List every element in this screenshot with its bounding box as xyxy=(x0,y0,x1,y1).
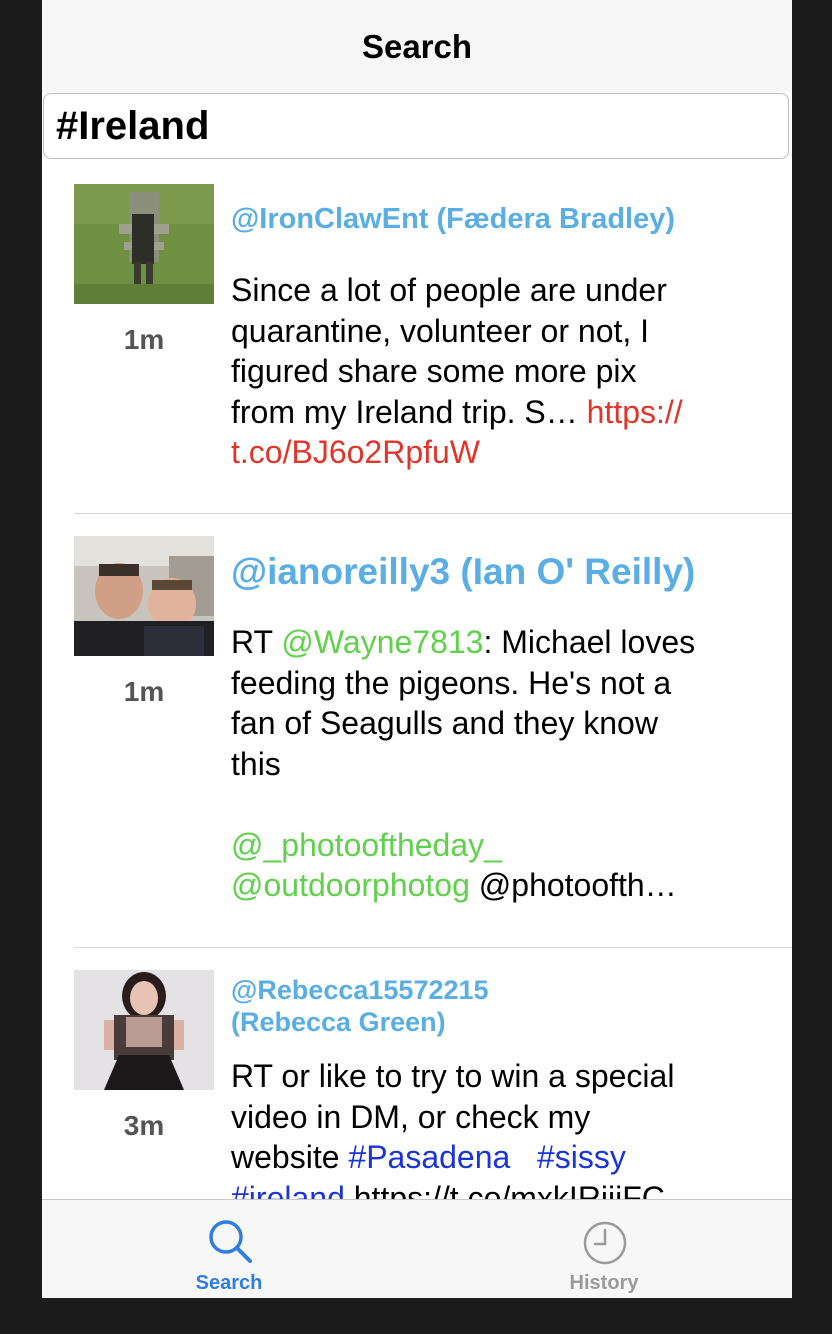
tweet-username[interactable]: @Rebecca15572215 (Rebecca Green) xyxy=(231,974,751,1039)
row-divider xyxy=(74,513,792,514)
tweet-row[interactable]: 1m @ianoreilly3 (Ian O' Reilly) RT @Wayn… xyxy=(42,536,792,946)
clock-icon xyxy=(583,1221,627,1265)
avatar[interactable] xyxy=(74,536,214,656)
tweet-mention[interactable]: @outdoorphotog xyxy=(231,867,470,903)
tab-history-label: History xyxy=(569,1272,639,1294)
tweet-time: 1m xyxy=(123,676,165,707)
tweet-hashtag[interactable]: #Pasadena xyxy=(348,1139,510,1175)
search-input[interactable] xyxy=(43,93,789,159)
tweet-text: RT @Wayne7813: Michael loves feeding the… xyxy=(231,622,731,906)
navigation-bar: Search xyxy=(42,0,792,92)
search-icon xyxy=(209,1220,252,1263)
tweet-mention[interactable]: @Wayne7813 xyxy=(281,624,483,660)
tweet-text-prefix: RT xyxy=(231,624,282,660)
tweet-text: RT or like to try to win a special video… xyxy=(231,1056,731,1218)
tab-search-label: Search xyxy=(195,1272,263,1294)
avatar[interactable] xyxy=(74,184,214,304)
page-title: Search xyxy=(361,28,473,65)
tab-history[interactable]: History xyxy=(504,1200,704,1298)
tweet-row[interactable]: 1m @IronClawEnt (Fædera Bradley) Since a… xyxy=(42,184,792,514)
tweet-hashtag[interactable]: #sissy xyxy=(537,1139,626,1175)
tweet-mention[interactable]: @_photooftheday_ xyxy=(231,827,502,863)
tweet-time: 3m xyxy=(123,1110,165,1141)
tab-bar: Search History xyxy=(42,1199,792,1298)
tweet-text: Since a lot of people are under quaranti… xyxy=(231,270,731,473)
app-screen: Search 1m @IronClawEnt (Fædera Bradley) … xyxy=(42,0,792,1298)
tweet-row[interactable]: 3m @Rebecca15572215 (Rebecca Green) RT or… xyxy=(42,970,792,1230)
tab-search[interactable]: Search xyxy=(129,1200,329,1298)
tweet-username[interactable]: @IronClawEnt (Fædera Bradley) xyxy=(231,202,751,237)
tweet-username[interactable]: @ianoreilly3 (Ian O' Reilly) xyxy=(231,550,751,594)
avatar[interactable] xyxy=(74,970,214,1090)
row-divider xyxy=(74,947,792,948)
tweet-username-display: (Rebecca Green) xyxy=(231,1007,446,1038)
tweet-text-end: @photoofth… xyxy=(469,867,677,903)
tweet-time: 1m xyxy=(123,324,165,355)
tweet-username-handle: @Rebecca15572215 xyxy=(231,975,489,1005)
